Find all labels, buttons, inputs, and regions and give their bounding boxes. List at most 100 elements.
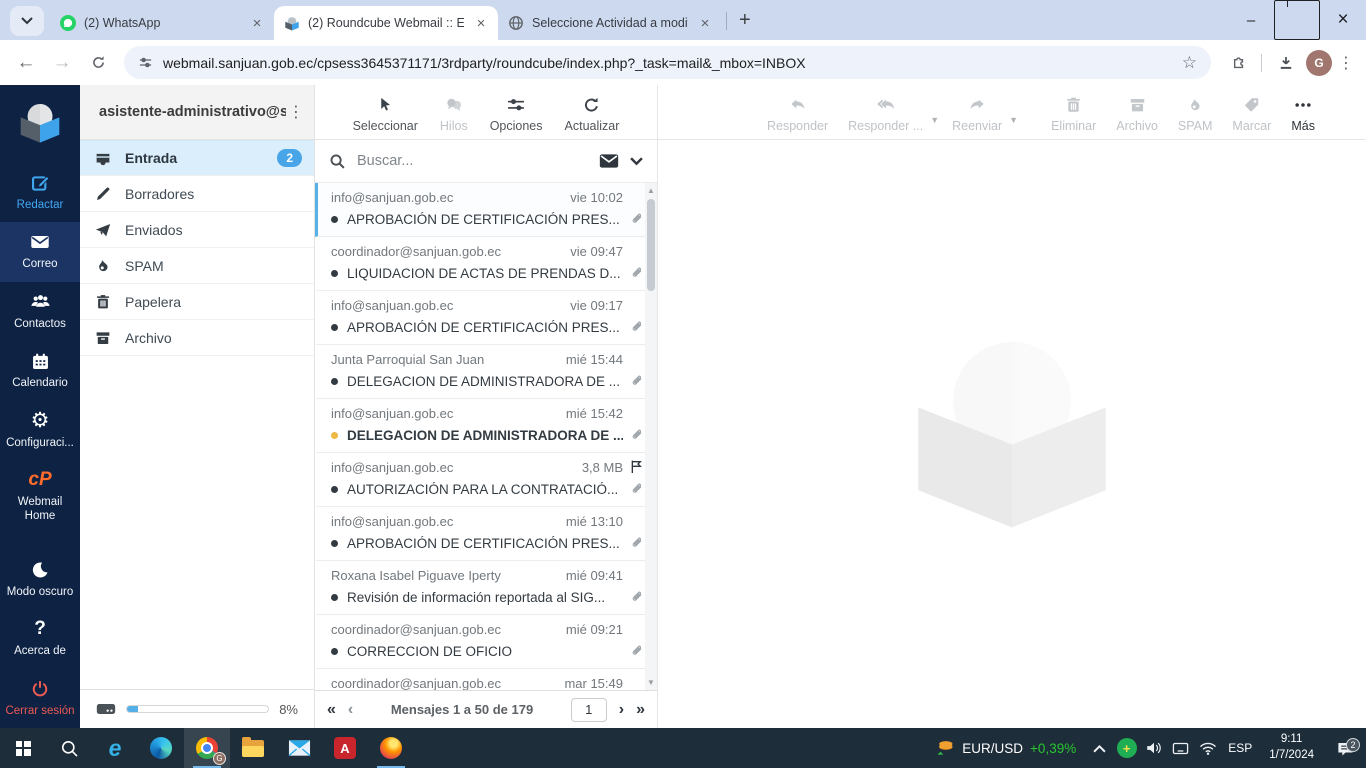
mark-button[interactable]: Marcar [1223, 85, 1280, 139]
message-row[interactable]: info@sanjuan.gob.ec 3,8 MB AUTORIZACIÓN … [315, 453, 657, 507]
tab-close-icon[interactable]: × [696, 14, 714, 32]
taskbar-explorer[interactable] [230, 728, 276, 768]
minimize-button[interactable]: – [1228, 0, 1274, 40]
taskbar-chrome[interactable]: G [184, 728, 230, 768]
scroll-up-icon[interactable]: ▲ [645, 186, 657, 195]
folder-enviados[interactable]: Enviados [80, 212, 314, 248]
profile-avatar[interactable]: G [1306, 49, 1332, 76]
sidebar-item-acerca-de[interactable]: ? Acerca de [0, 609, 80, 668]
folder-entrada[interactable]: Entrada 2 [80, 140, 314, 176]
sidebar-item-modo-oscuro[interactable]: Modo oscuro [0, 550, 80, 609]
sidebar-item-cerrar-sesion[interactable]: Cerrar sesión [0, 669, 80, 728]
taskbar-firefox[interactable] [368, 728, 414, 768]
options-button[interactable]: Opciones [481, 85, 552, 139]
folder-borradores[interactable]: Borradores [80, 176, 314, 212]
tab-roundcube[interactable]: (2) Roundcube Webmail :: Entra × [274, 6, 498, 40]
scroll-down-icon[interactable]: ▼ [645, 678, 657, 687]
address-bar[interactable]: webmail.sanjuan.gob.ec/cpsess3645371171/… [124, 46, 1211, 79]
tab-close-icon[interactable]: × [248, 14, 266, 32]
tab-actividad[interactable]: Seleccione Actividad a modifica × [498, 6, 722, 40]
message-row[interactable]: Roxana Isabel Piguave Iperty mié 09:41 R… [315, 561, 657, 615]
touch-keyboard-button[interactable] [1167, 741, 1194, 756]
message-row[interactable]: info@sanjuan.gob.ec mié 13:10 APROBACIÓN… [315, 507, 657, 561]
reply-all-caret-icon[interactable]: ▼ [930, 115, 939, 125]
new-tab-button[interactable]: + [739, 9, 751, 32]
account-menu-button[interactable]: ⋮ [286, 102, 306, 122]
search-input[interactable] [357, 153, 588, 169]
bookmark-star-icon[interactable]: ☆ [1182, 53, 1197, 73]
first-page-icon[interactable]: « [327, 701, 336, 719]
browser-menu-button[interactable]: ⋮ [1336, 53, 1356, 73]
taskbar-ie[interactable]: e [92, 728, 138, 768]
delete-button[interactable]: Eliminar [1042, 85, 1105, 139]
sidebar-item-webmail-home[interactable]: cP Webmail Home [0, 460, 80, 534]
cursor-icon [376, 93, 394, 115]
close-button[interactable]: × [1320, 0, 1366, 40]
taskbar-mail[interactable] [276, 728, 322, 768]
message-row[interactable]: coordinador@sanjuan.gob.ec mié 09:21 COR… [315, 615, 657, 669]
folder-spam[interactable]: SPAM [80, 248, 314, 284]
message-date: mié 15:44 [565, 352, 623, 367]
sidebar-item-calendario[interactable]: Calendario [0, 341, 80, 400]
taskbar-acrobat[interactable]: A [322, 728, 368, 768]
search-icon [61, 740, 78, 757]
scope-mail-icon[interactable] [599, 153, 619, 169]
search-options-chevron-icon[interactable] [630, 156, 643, 166]
button-label: SPAM [1177, 118, 1213, 133]
currency-ticker[interactable]: EUR/USD +0,39% [925, 738, 1086, 758]
message-row[interactable]: Junta Parroquial San Juan mié 15:44 DELE… [315, 345, 657, 399]
tab-search-button[interactable] [10, 6, 44, 36]
forward-mail-button[interactable]: Reenviar [943, 85, 1011, 139]
message-row[interactable]: info@sanjuan.gob.ec mié 15:42 DELEGACION… [315, 399, 657, 453]
folder-archivo[interactable]: Archivo [80, 320, 314, 356]
message-row[interactable]: info@sanjuan.gob.ec vie 10:02 APROBACIÓN… [315, 183, 657, 237]
page-number-input[interactable]: 1 [570, 697, 607, 722]
forward-caret-icon[interactable]: ▼ [1009, 115, 1018, 125]
list-scrollbar[interactable]: ▲ ▼ [645, 183, 657, 690]
notification-center-button[interactable]: 2 [1324, 737, 1366, 757]
threads-button[interactable]: Hilos [431, 85, 477, 139]
sidebar-item-redactar[interactable]: Redactar [0, 163, 80, 222]
sidebar-item-configuracion[interactable]: ⚙ Configuraci... [0, 401, 80, 460]
restore-button[interactable] [1274, 0, 1320, 40]
reply-all-button[interactable]: Responder ... [839, 85, 932, 139]
prev-page-icon[interactable]: ‹ [348, 701, 353, 719]
taskbar-search-button[interactable] [46, 728, 92, 768]
select-button[interactable]: Seleccionar [344, 85, 427, 139]
taskbar-edge[interactable] [138, 728, 184, 768]
sidebar-item-contactos[interactable]: Contactos [0, 282, 80, 341]
next-page-icon[interactable]: › [619, 701, 624, 719]
tab-whatsapp[interactable]: (2) WhatsApp × [50, 6, 274, 40]
toolbar-gap [1022, 85, 1040, 139]
tray-app-icon[interactable]: + [1113, 738, 1140, 758]
extensions-button[interactable] [1221, 47, 1253, 79]
volume-button[interactable] [1140, 740, 1167, 756]
mail-body: info@sanjuan.gob.ec vie 10:02 APROBACIÓN… [315, 140, 1366, 728]
reload-button[interactable] [82, 47, 114, 79]
back-button[interactable]: ← [10, 47, 42, 79]
taskbar-clock[interactable]: 9:11 1/7/2024 [1259, 732, 1324, 763]
message-row[interactable]: coordinador@sanjuan.gob.ec vie 09:47 LIQ… [315, 237, 657, 291]
refresh-button[interactable]: Actualizar [556, 85, 629, 139]
site-info-icon[interactable] [138, 55, 153, 70]
sidebar-item-correo[interactable]: Correo [0, 222, 80, 282]
reply-button[interactable]: Responder [758, 85, 837, 139]
spam-button[interactable]: SPAM [1169, 85, 1222, 139]
start-button[interactable] [0, 728, 46, 768]
folder-papelera[interactable]: Papelera [80, 284, 314, 320]
network-button[interactable] [1194, 741, 1221, 756]
more-button[interactable]: Más [1282, 85, 1324, 139]
tray-chevron-up[interactable] [1086, 744, 1113, 753]
message-row[interactable]: info@sanjuan.gob.ec vie 09:17 APROBACIÓN… [315, 291, 657, 345]
screen: (2) WhatsApp × (2) Roundcube Webmail :: … [0, 0, 1366, 768]
power-icon [2, 678, 78, 700]
message-row[interactable]: coordinador@sanjuan.gob.ec mar 15:49 [315, 669, 657, 690]
tab-close-icon[interactable]: × [472, 14, 490, 32]
last-page-icon[interactable]: » [636, 701, 645, 719]
scrollbar-thumb[interactable] [647, 199, 655, 291]
archive-button[interactable]: Archivo [1107, 85, 1167, 139]
downloads-button[interactable] [1270, 47, 1302, 79]
language-indicator[interactable]: ESP [1221, 741, 1259, 755]
forward-button[interactable]: → [46, 47, 78, 79]
ticker-pair: EUR/USD [962, 740, 1024, 756]
